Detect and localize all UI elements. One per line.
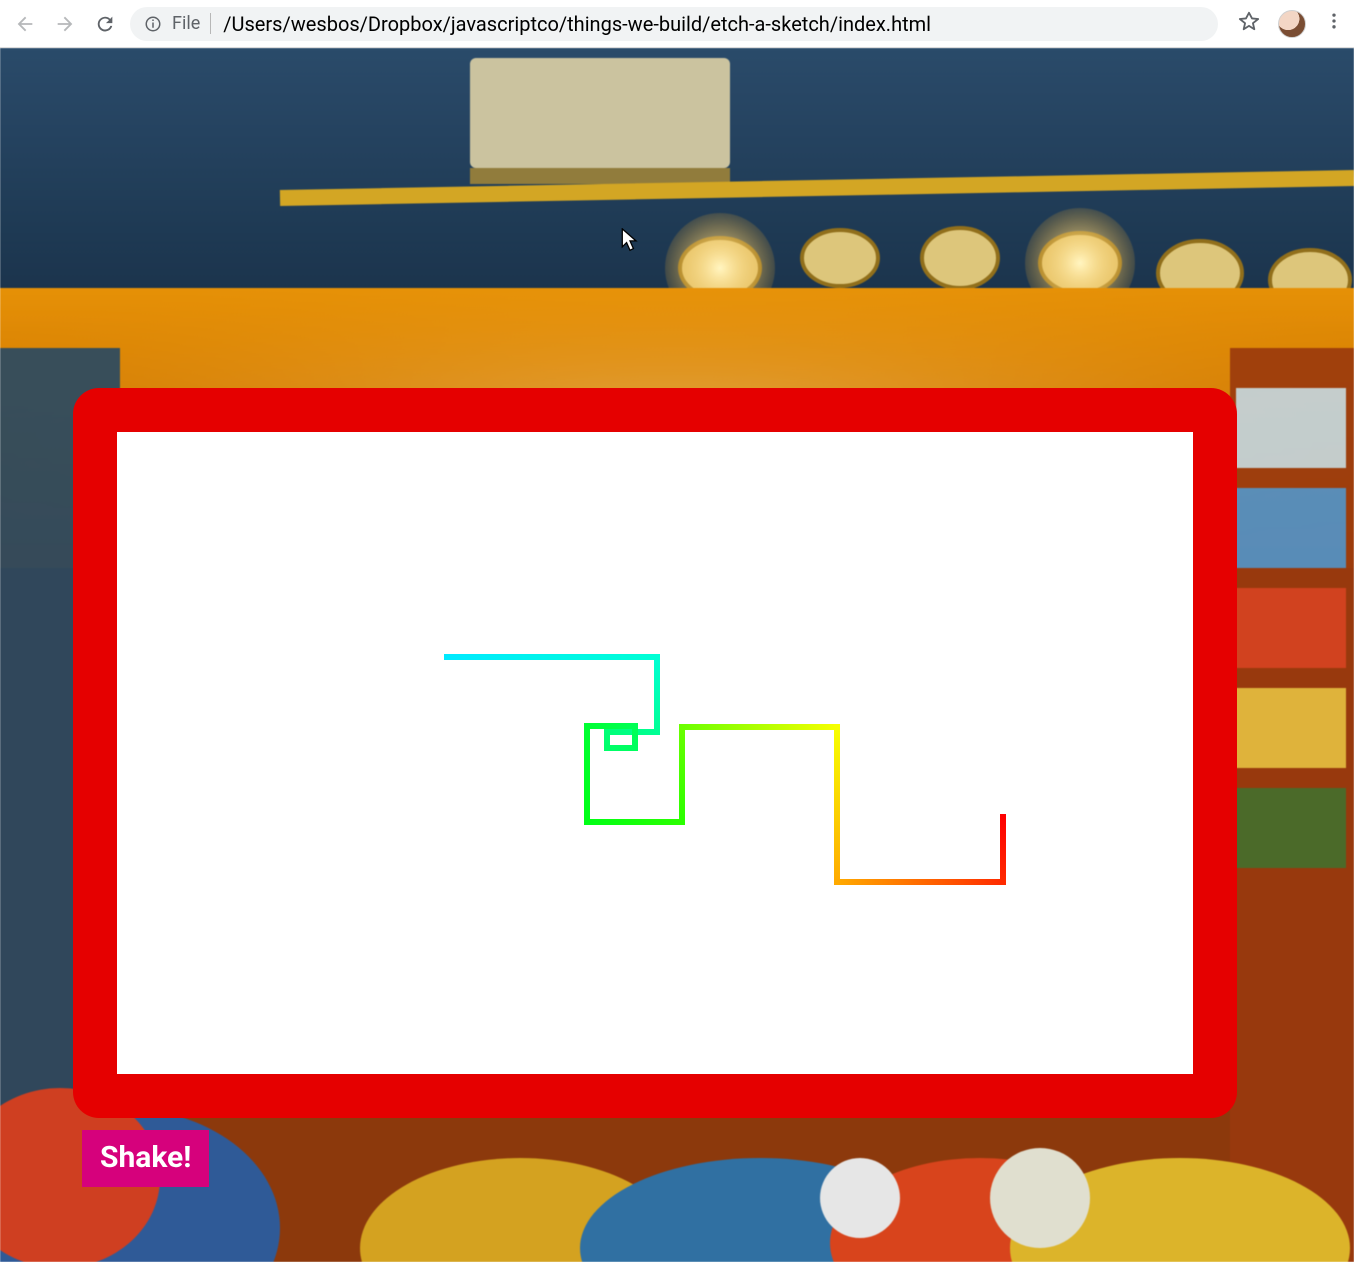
- reload-button[interactable]: [94, 13, 116, 35]
- forward-button[interactable]: [54, 13, 76, 35]
- etch-a-sketch-canvas[interactable]: [117, 432, 1193, 1074]
- page-viewport: Shake!: [0, 48, 1354, 1262]
- shake-button[interactable]: Shake!: [82, 1130, 209, 1187]
- drawing-path: [117, 432, 1193, 1074]
- etch-a-sketch-frame: [73, 388, 1237, 1118]
- bookmark-button[interactable]: [1238, 10, 1260, 37]
- kebab-icon: [1324, 11, 1344, 31]
- address-bar[interactable]: File /Users/wesbos/Dropbox/javascriptco/…: [130, 7, 1218, 41]
- back-button[interactable]: [14, 13, 36, 35]
- arrow-left-icon: [14, 13, 36, 35]
- browser-toolbar: File /Users/wesbos/Dropbox/javascriptco/…: [0, 0, 1354, 48]
- menu-button[interactable]: [1324, 11, 1344, 36]
- profile-avatar[interactable]: [1278, 10, 1306, 38]
- star-icon: [1238, 10, 1260, 32]
- url-path: /Users/wesbos/Dropbox/javascriptco/thing…: [223, 12, 931, 36]
- arrow-right-icon: [54, 13, 76, 35]
- file-scheme-label: File: [172, 13, 211, 34]
- info-icon: [144, 15, 162, 33]
- nav-buttons: [10, 13, 116, 35]
- toolbar-right: [1238, 10, 1344, 38]
- reload-icon: [94, 13, 116, 35]
